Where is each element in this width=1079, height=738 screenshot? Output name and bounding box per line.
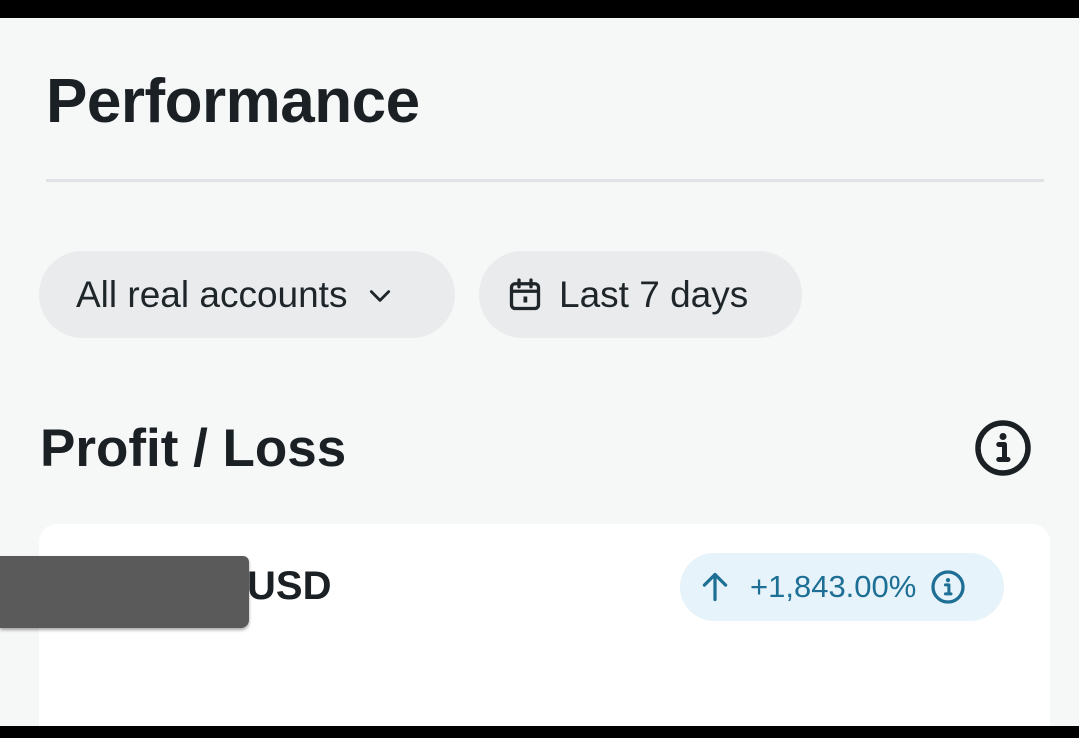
badge-info-icon[interactable] bbox=[930, 569, 966, 605]
accounts-filter-dropdown[interactable]: All real accounts bbox=[39, 251, 455, 338]
arrow-up-icon bbox=[702, 572, 728, 602]
info-icon[interactable] bbox=[973, 418, 1033, 478]
calendar-icon bbox=[509, 277, 541, 310]
date-range-filter[interactable]: Last 7 days bbox=[479, 251, 802, 338]
chevron-down-icon bbox=[370, 289, 391, 302]
profit-loss-title: Profit / Loss bbox=[40, 419, 347, 478]
page-title: Performance bbox=[46, 67, 420, 136]
change-badge[interactable]: +1,843.00% bbox=[680, 553, 1004, 621]
currency-label: USD bbox=[247, 564, 332, 608]
divider bbox=[46, 179, 1044, 182]
change-value: +1,843.00% bbox=[750, 569, 917, 604]
accounts-filter-label: All real accounts bbox=[76, 273, 348, 315]
redacted-amount bbox=[0, 556, 249, 628]
date-range-label: Last 7 days bbox=[559, 273, 749, 315]
